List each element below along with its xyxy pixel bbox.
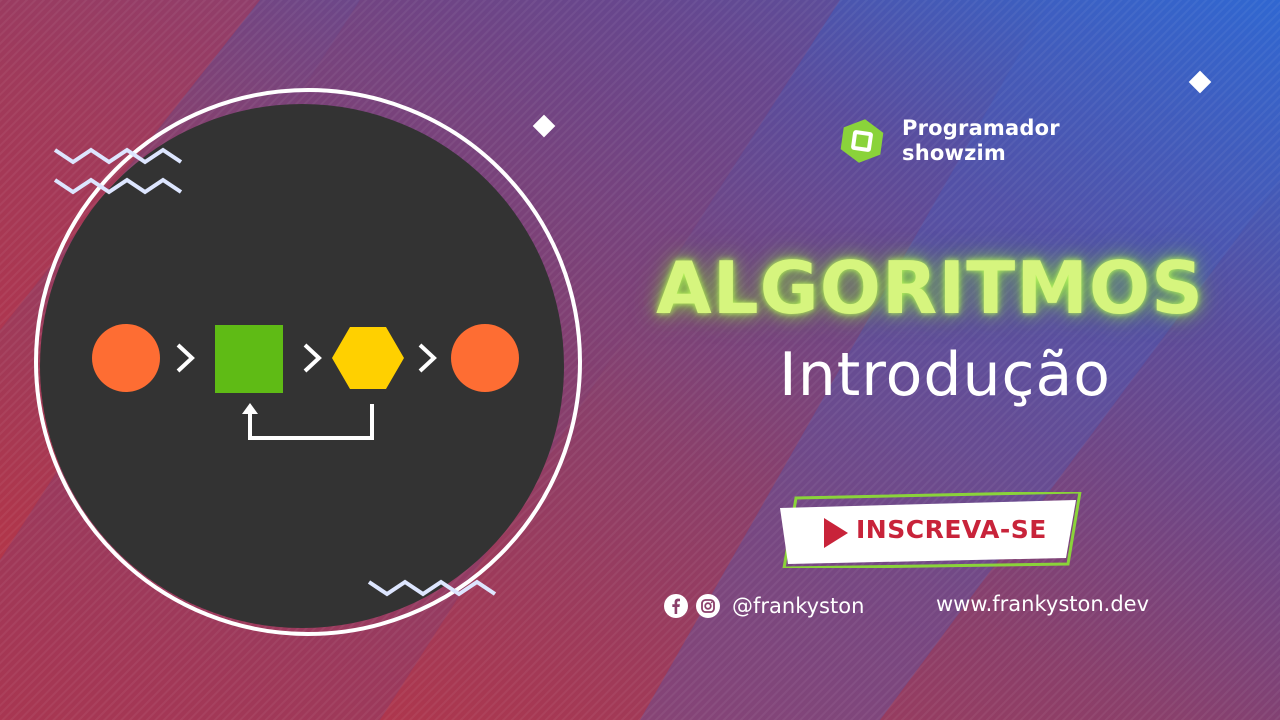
website-link[interactable]: www.frankyston.dev [936,592,1149,616]
instagram-icon[interactable] [696,594,720,618]
brand-name-line2: showzim [902,141,1006,165]
green-hexagon-logo-icon [840,119,884,163]
brand-name: Programador showzim [902,116,1060,166]
start-circle-shape [92,324,160,392]
thumbnail: Programador showzim ALGORITMOS Introduçã… [0,0,1280,720]
algorithm-diagram [34,88,582,636]
end-circle-shape [451,324,519,392]
page-title: ALGORITMOS [656,246,1204,330]
subscribe-label[interactable]: INSCREVA-SE [856,515,1047,544]
brand-name-line1: Programador [902,116,1060,140]
facebook-icon[interactable] [664,594,688,618]
social-links: @frankyston [664,594,864,618]
process-square-shape [215,325,283,393]
brand: Programador showzim [838,116,1060,166]
social-handle[interactable]: @frankyston [732,594,864,618]
page-subtitle: Introdução [779,340,1111,410]
